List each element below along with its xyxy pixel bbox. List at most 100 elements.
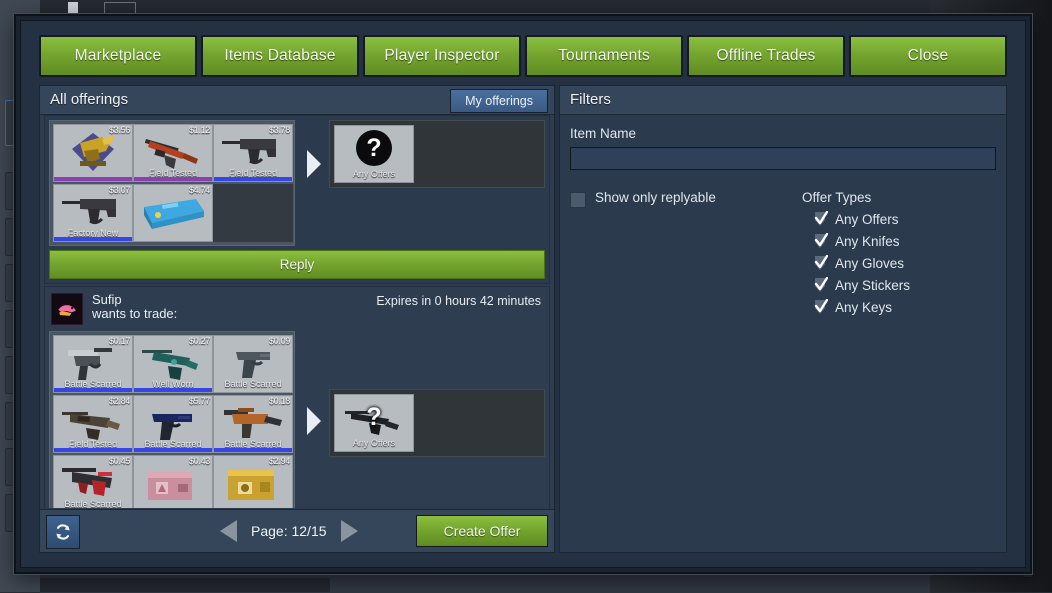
offer-item-price: $0.43 — [189, 456, 210, 466]
refresh-button[interactable] — [46, 515, 80, 549]
offer-item-price: $0.17 — [109, 336, 130, 346]
offer-item[interactable]: $0.17 Battle Scarred — [53, 335, 133, 393]
offerings-scroll-area[interactable]: $3.56 — [40, 114, 554, 508]
offer-user-info: Sufip wants to trade: — [92, 293, 177, 321]
offer-item[interactable]: $3.56 — [53, 124, 133, 182]
offer-item[interactable]: $5.77 Battle Scarred — [133, 395, 213, 453]
tab-player-inspector[interactable]: Player Inspector — [363, 35, 521, 77]
any-offers-box: ? Any Offers — [329, 389, 545, 457]
offer-item[interactable]: $0.45 Battle Scarred — [53, 455, 133, 508]
reply-button[interactable]: Reply — [49, 250, 545, 279]
any-offers-box: ? Any Offers — [329, 120, 545, 188]
pagination: Page: 12/15 — [220, 510, 358, 552]
offer-item-wear: Battle Scarred — [214, 379, 292, 389]
window-inner: Marketplace Items Database Player Inspec… — [20, 20, 1026, 568]
check-icon — [814, 277, 828, 293]
offer-item[interactable]: $0.18 Battle Scarred — [213, 395, 293, 453]
offer-item-price: $0.27 — [189, 336, 210, 346]
offer-item-price: $2.84 — [109, 396, 130, 406]
filters-title: Filters — [570, 91, 611, 108]
rarity-bar — [54, 237, 132, 241]
create-offer-button[interactable]: Create Offer — [416, 515, 548, 547]
filters-header: Filters — [560, 86, 1006, 115]
check-icon — [814, 211, 828, 227]
next-page-button[interactable] — [341, 520, 358, 542]
offer-type-any-stickers[interactable]: Any Stickers — [814, 277, 996, 293]
rarity-bar — [134, 448, 212, 452]
offer-item[interactable]: $2.94 — [213, 455, 293, 508]
offer-item-price: $0.09 — [269, 336, 290, 346]
tab-marketplace[interactable]: Marketplace — [39, 35, 197, 77]
offer-item[interactable]: $0.43 — [133, 455, 213, 508]
any-offers-label: Any Offers — [335, 438, 413, 448]
offer-item[interactable]: $0.09 Battle Scarred — [213, 335, 293, 393]
check-icon — [814, 299, 828, 315]
marketplace-window: Marketplace Items Database Player Inspec… — [14, 14, 1032, 574]
background-chip — [68, 2, 78, 14]
filters-panel: Filters Item Name Show only replyable Of… — [559, 85, 1007, 553]
offer-type-label: Any Gloves — [835, 256, 904, 271]
offer-username: Sufip — [92, 293, 177, 307]
page-label: Page: 12/15 — [251, 523, 327, 539]
tab-close[interactable]: Close — [849, 35, 1007, 77]
trade-arrow-icon — [301, 136, 325, 192]
show-only-replyable-group[interactable]: Show only replyable — [570, 190, 802, 321]
show-only-replyable-checkbox[interactable] — [570, 192, 586, 208]
offer-types-group: Offer Types Any Offers — [802, 190, 996, 321]
tab-tournaments[interactable]: Tournaments — [525, 35, 683, 77]
offer-expiry: Expires in 0 hours 42 minutes — [376, 293, 541, 308]
offer-trade-row: $3.56 — [49, 120, 545, 246]
offer-type-label: Any Offers — [835, 212, 899, 227]
any-offers-cell[interactable]: ? Any Offers — [334, 394, 414, 452]
rarity-bar — [54, 388, 132, 392]
offer-items-grid: $0.17 Battle Scarred — [49, 331, 295, 508]
avatar[interactable] — [51, 293, 83, 325]
offer-item[interactable]: $0.27 Well Worn — [133, 335, 213, 393]
offer-type-label: Any Stickers — [835, 278, 910, 293]
avatar-image — [54, 296, 80, 322]
offer-item-price: $0.18 — [269, 396, 290, 406]
offer-card[interactable]: $3.56 — [44, 115, 550, 284]
offerings-header: All offerings My offerings — [40, 86, 554, 115]
tab-offline-trades[interactable]: Offline Trades — [687, 35, 845, 77]
question-mark-icon: ? — [356, 399, 392, 435]
my-offerings-button[interactable]: My offerings — [450, 89, 548, 113]
offer-type-any-keys[interactable]: Any Keys — [814, 299, 996, 315]
rarity-bar — [214, 448, 292, 452]
offer-item[interactable]: $4.74 — [133, 184, 213, 242]
content-area: All offerings My offerings — [39, 85, 1007, 553]
tab-bar: Marketplace Items Database Player Inspec… — [39, 35, 1007, 77]
offerings-panel: All offerings My offerings — [39, 85, 555, 553]
offer-type-label: Any Keys — [835, 300, 892, 315]
trade-arrow-icon — [301, 393, 325, 449]
any-offers-cell[interactable]: ? Any Offers — [334, 125, 414, 183]
check-icon — [814, 255, 828, 271]
prev-page-button[interactable] — [220, 520, 237, 542]
rarity-bar — [54, 448, 132, 452]
offer-item-price: $0.45 — [109, 456, 130, 466]
offer-type-any-offers[interactable]: Any Offers — [814, 211, 996, 227]
offer-item-price: $1.12 — [189, 125, 210, 135]
any-offers-label: Any Offers — [335, 169, 413, 179]
offer-type-any-gloves[interactable]: Any Gloves — [814, 255, 996, 271]
offer-item[interactable]: $2.84 Field Tested — [53, 395, 133, 453]
background-bottom-bar-2 — [40, 578, 330, 592]
offerings-title: All offerings — [50, 91, 128, 108]
refresh-icon — [53, 522, 73, 542]
offer-item[interactable]: $3.78 Field Tested — [213, 124, 293, 182]
offer-item[interactable]: $1.12 Field Tested — [133, 124, 213, 182]
offer-item-price: $3.07 — [109, 185, 130, 195]
offer-item-wear: Battle Scarred — [54, 499, 132, 508]
offer-card[interactable]: Sufip wants to trade: Expires in 0 hours… — [44, 286, 550, 508]
offer-action-text: wants to trade: — [92, 307, 177, 321]
offer-item-price: $3.78 — [269, 125, 290, 135]
background-top-bar — [40, 0, 930, 14]
offer-item-price: $3.56 — [109, 125, 130, 135]
offer-header: Sufip wants to trade: Expires in 0 hours… — [49, 291, 545, 331]
offer-type-any-knifes[interactable]: Any Knifes — [814, 233, 996, 249]
item-name-input[interactable] — [570, 147, 996, 170]
offer-item[interactable]: $3.07 Factory New — [53, 184, 133, 242]
check-icon — [814, 233, 828, 249]
tab-items-database[interactable]: Items Database — [201, 35, 359, 77]
offer-trade-row: $0.17 Battle Scarred — [49, 331, 545, 508]
